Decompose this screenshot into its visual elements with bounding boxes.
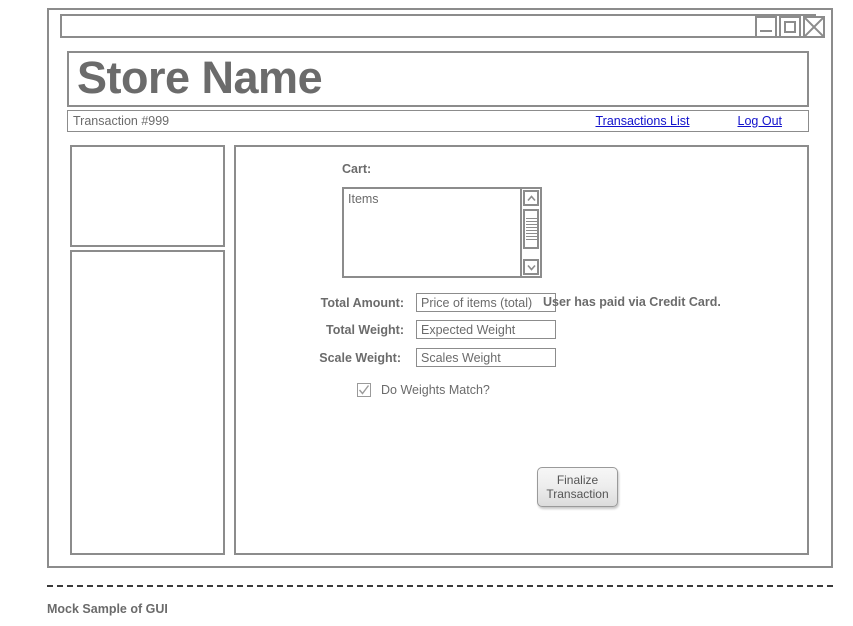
cart-items-text: Items xyxy=(348,192,379,206)
total-weight-row: Total Weight: xyxy=(309,320,556,339)
scale-weight-input[interactable] xyxy=(416,348,556,367)
scroll-down-icon xyxy=(526,264,536,271)
total-weight-input[interactable] xyxy=(416,320,556,339)
sidebar-panel-top xyxy=(70,145,225,247)
minimize-icon xyxy=(760,30,772,32)
log-out-link[interactable]: Log Out xyxy=(738,114,782,128)
scale-weight-label: Scale Weight: xyxy=(319,350,401,365)
total-amount-row: Total Amount: xyxy=(309,293,556,312)
close-button[interactable] xyxy=(803,16,825,38)
scale-weight-row: Scale Weight: xyxy=(306,348,556,367)
total-amount-label: Total Amount: xyxy=(320,295,404,310)
checkmark-icon xyxy=(358,385,370,395)
cart-scrollbar[interactable] xyxy=(520,189,540,276)
window-controls xyxy=(755,16,825,38)
sidebar-panel-bottom xyxy=(70,250,225,555)
maximize-icon xyxy=(784,21,796,33)
scroll-up-button[interactable] xyxy=(523,190,539,206)
finalize-transaction-button[interactable]: Finalize Transaction xyxy=(537,467,618,507)
page-title: Store Name xyxy=(77,52,323,103)
application-window: Store Name Transaction #999 Transactions… xyxy=(47,8,833,568)
payment-status-note: User has paid via Credit Card. xyxy=(543,295,721,309)
scrollbar-grip-icon xyxy=(525,218,537,240)
title-bar xyxy=(60,14,816,38)
cart-scrollbar-thumb[interactable] xyxy=(523,209,539,249)
total-amount-input[interactable] xyxy=(416,293,556,312)
scroll-down-button[interactable] xyxy=(523,259,539,275)
cart-label: Cart: xyxy=(342,162,372,176)
cart-list-box[interactable]: Items xyxy=(342,187,542,278)
finalize-button-line2: Transaction xyxy=(546,487,609,501)
transaction-bar: Transaction #999 Transactions List Log O… xyxy=(67,110,809,132)
maximize-button[interactable] xyxy=(779,16,801,38)
scroll-up-icon xyxy=(526,194,536,201)
store-header-panel: Store Name xyxy=(67,51,809,107)
main-content-panel: Cart: Items Total Amount: Price of items… xyxy=(234,145,809,555)
minimize-button[interactable] xyxy=(755,16,777,38)
transactions-list-link[interactable]: Transactions List xyxy=(595,114,689,128)
weights-match-checkbox[interactable] xyxy=(357,383,371,397)
close-icon xyxy=(805,18,823,36)
total-weight-label: Total Weight: xyxy=(326,322,404,337)
weights-match-row[interactable]: Do Weights Match? xyxy=(357,383,490,397)
finalize-button-line1: Finalize xyxy=(556,473,599,487)
header-links: Transactions List Log Out xyxy=(595,114,808,128)
transaction-id-label: Transaction #999 xyxy=(73,114,170,128)
footer-divider xyxy=(47,585,833,587)
footer-caption: Mock Sample of GUI xyxy=(47,602,168,616)
weights-match-label: Do Weights Match? xyxy=(381,383,490,397)
